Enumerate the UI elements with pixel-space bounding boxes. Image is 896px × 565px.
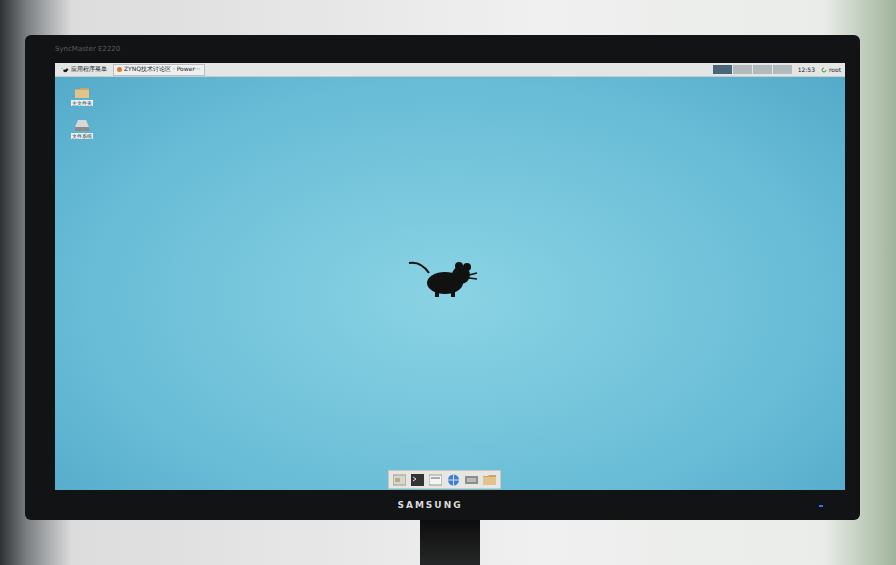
app-icon [465, 474, 478, 486]
browser-icon [447, 474, 460, 486]
files-icon [393, 474, 406, 486]
monitor-stand [420, 520, 480, 565]
terminal-icon [411, 474, 424, 486]
brand-logo: SAMSUNG [397, 500, 462, 510]
applications-menu[interactable]: 应用程序菜单 [59, 65, 109, 74]
dock-launcher[interactable] [428, 473, 443, 487]
bezel-top: SyncMaster E2220 [55, 35, 845, 63]
folder-icon [483, 474, 496, 486]
workspace[interactable] [733, 65, 752, 74]
bezel-bottom: SAMSUNG [55, 490, 845, 520]
dock-launcher[interactable] [464, 473, 479, 487]
screen: 应用程序菜单 ZYNQ技术讨论区 · Power··· 12:53 root 主文件夹文… [55, 63, 845, 490]
desktop-icon[interactable]: 主文件夹 [67, 87, 97, 106]
xfce-mouse-icon [407, 255, 479, 299]
xfce-logo [407, 255, 479, 299]
desktop-icon[interactable]: 文件系统 [67, 120, 97, 139]
workspace[interactable] [773, 65, 792, 74]
drive-icon [75, 120, 89, 131]
xfce-mouse-icon [61, 67, 69, 73]
desktop-icon-label: 主文件夹 [71, 100, 93, 106]
clock: 12:53 [796, 66, 817, 73]
workspace[interactable] [713, 65, 732, 74]
user-button[interactable]: root [821, 66, 841, 73]
monitor: SyncMaster E2220 应用程序菜单 ZYNQ技术讨论区 · Power·… [25, 35, 860, 520]
workspace[interactable] [753, 65, 772, 74]
power-led [819, 505, 823, 507]
desktop: 主文件夹文件系统 [55, 77, 845, 490]
dock [388, 470, 501, 489]
window-icon [117, 67, 122, 72]
dock-launcher[interactable] [482, 473, 497, 487]
dock-launcher[interactable] [410, 473, 425, 487]
task-button[interactable]: ZYNQ技术讨论区 · Power··· [113, 64, 205, 76]
folder-icon [75, 87, 89, 98]
refresh-icon [821, 67, 827, 73]
workspace-switcher[interactable] [713, 65, 792, 74]
dock-launcher[interactable] [392, 473, 407, 487]
photo-scene: SyncMaster E2220 应用程序菜单 ZYNQ技术讨论区 · Power·… [0, 0, 896, 565]
top-panel: 应用程序菜单 ZYNQ技术讨论区 · Power··· 12:53 root [55, 63, 845, 77]
monitor-model: SyncMaster E2220 [55, 45, 120, 53]
dock-launcher[interactable] [446, 473, 461, 487]
desktop-icon-label: 文件系统 [71, 133, 93, 139]
file-manager-icon [429, 474, 442, 486]
